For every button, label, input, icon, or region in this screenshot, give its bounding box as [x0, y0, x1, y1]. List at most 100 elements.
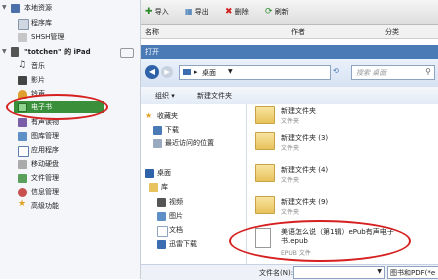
location-separator: ▸ [194, 68, 198, 76]
import-label: 导入 [154, 8, 169, 16]
photo-icon [18, 132, 27, 141]
nav-label: 视频 [169, 198, 183, 206]
star-icon: ★ [145, 111, 153, 120]
file-type: 文件夹 [281, 177, 300, 184]
video-icon [157, 198, 166, 207]
file-name: 新建文件夹 (4) [281, 166, 329, 174]
refresh-path-icon[interactable]: ⟲ [333, 67, 339, 75]
file-list: 新建文件夹 文件夹 新建文件夹 (3) 文件夹 新建文件夹 (4) 文件夹 新建… [229, 104, 438, 264]
chevron-down-icon[interactable]: ▼ [228, 68, 233, 75]
import-button[interactable]: ✚ 导入 [145, 5, 169, 19]
sidebar-item-label: "totchen" 的 iPad [24, 48, 91, 56]
search-icon[interactable]: ⚲ [425, 67, 431, 76]
folder-icon [255, 132, 275, 150]
command-bar: 组织 ▾ 新建文件夹 [141, 87, 438, 105]
nav-label: 图片 [169, 212, 183, 220]
back-icon[interactable]: ◀ [145, 65, 159, 79]
eject-icon[interactable] [120, 48, 134, 58]
pictures-icon [157, 212, 166, 221]
refresh-button[interactable]: ⟳ 刷新 [265, 5, 289, 19]
desktop-icon [145, 169, 154, 178]
export-button[interactable]: ▦ 导出 [185, 5, 209, 19]
expand-arrow-icon[interactable]: ▼ [2, 2, 7, 14]
folder-icon [255, 164, 275, 182]
export-label: 导出 [194, 8, 209, 16]
app-icon [18, 146, 29, 157]
star-icon: ★ [18, 199, 27, 209]
user-icon [18, 188, 27, 197]
sidebar-item-label: 移动硬盘 [31, 160, 59, 168]
file-item[interactable]: 新建文件夹 (9) 文件夹 [255, 194, 435, 220]
music-icon: ♫ [18, 60, 27, 70]
file-type: 文件夹 [281, 209, 300, 216]
chevron-down-icon[interactable]: ▼ [377, 268, 382, 275]
location-field[interactable]: ▸ 桌面 ▼ [179, 65, 331, 80]
plus-icon: ✚ [145, 7, 153, 17]
annotation-circle [6, 94, 108, 120]
forward-icon[interactable]: ▶ [161, 66, 173, 78]
sidebar-item-label: 文件管理 [31, 174, 59, 182]
download-icon [153, 126, 162, 135]
new-folder-button[interactable]: 新建文件夹 [197, 91, 232, 101]
file-name: 新建文件夹 (9) [281, 198, 329, 206]
xunlei-icon [157, 240, 166, 249]
computer-icon [11, 4, 20, 13]
refresh-label: 刷新 [274, 8, 289, 16]
file-item[interactable]: 新建文件夹 文件夹 [255, 104, 435, 126]
folder-icon [255, 196, 275, 214]
shsh-icon [18, 33, 27, 42]
dialog-title: 打开 [145, 48, 159, 56]
nav-label: 桌面 [157, 169, 171, 177]
column-author[interactable]: 作者 [291, 27, 305, 37]
filename-input[interactable]: ▼ [293, 266, 385, 279]
sidebar-item-label: 图库管理 [31, 132, 59, 140]
document-icon [157, 226, 168, 237]
audiobook-icon [18, 118, 27, 127]
main-toolbar: ✚ 导入 ▦ 导出 ✖ 删除 ⟳ 刷新 [141, 0, 438, 25]
refresh-icon: ⟳ [265, 7, 273, 17]
filename-bar: 文件名(N): ▼ 图书和PDF(*e [141, 264, 438, 280]
file-manager-icon [18, 174, 27, 183]
disk-icon [18, 160, 27, 169]
sidebar-item-label: 音乐 [31, 62, 45, 70]
filetype-text: 图书和PDF(*e [390, 269, 436, 277]
ipad-icon [11, 47, 19, 57]
search-input[interactable]: 搜索 桌面 ⚲ [351, 65, 435, 80]
desktop-icon [183, 69, 191, 75]
sidebar-item-label: 高级功能 [31, 202, 59, 210]
file-item[interactable]: 新建文件夹 (4) 文件夹 [255, 162, 435, 188]
column-name[interactable]: 名称 [145, 27, 159, 37]
nav-label: 库 [161, 183, 168, 191]
file-item[interactable]: 新建文件夹 (3) 文件夹 [255, 130, 435, 156]
delete-icon: ✖ [225, 7, 233, 17]
nav-label: 文档 [169, 226, 183, 234]
nav-label: 最近访问的位置 [165, 139, 214, 147]
folder-icon [18, 19, 29, 30]
recent-places-icon [153, 139, 162, 148]
sidebar-item-label: 影片 [31, 76, 45, 84]
expand-arrow-icon[interactable]: ▼ [2, 46, 7, 58]
sidebar-item-label: 信息管理 [31, 188, 59, 196]
filetype-select[interactable]: 图书和PDF(*e [387, 266, 438, 279]
library-icon [149, 183, 158, 192]
sidebar-item-ipad[interactable]: ▼ "totchen" 的 iPad [2, 46, 138, 58]
file-type: 文件夹 [281, 118, 300, 125]
location-text: 桌面 [202, 69, 216, 77]
device-tree-sidebar: ▼ 本地资源 程序库 SHSH管理 ▼ "totchen" 的 iPad ♫ 音… [0, 0, 141, 279]
organize-button[interactable]: 组织 ▾ [155, 91, 175, 101]
nav-label: 迅雷下载 [169, 240, 197, 248]
annotation-circle [229, 220, 411, 262]
film-icon [18, 76, 27, 85]
filename-label: 文件名(N): [259, 269, 294, 277]
search-placeholder: 搜索 桌面 [356, 69, 387, 77]
column-category[interactable]: 分类 [385, 27, 399, 37]
sidebar-item-label: SHSH管理 [31, 33, 65, 41]
file-name: 新建文件夹 (3) [281, 134, 329, 142]
file-name: 新建文件夹 [281, 107, 316, 115]
delete-label: 删除 [234, 8, 249, 16]
dialog-title-bar: 打开 [141, 45, 438, 59]
sidebar-item-label: 程序库 [31, 19, 52, 27]
nav-label: 下载 [165, 126, 179, 134]
address-bar-row: ◀ ▶ ▸ 桌面 ▼ ⟲ 搜索 桌面 ⚲ [141, 59, 438, 87]
delete-button[interactable]: ✖ 删除 [225, 5, 249, 19]
